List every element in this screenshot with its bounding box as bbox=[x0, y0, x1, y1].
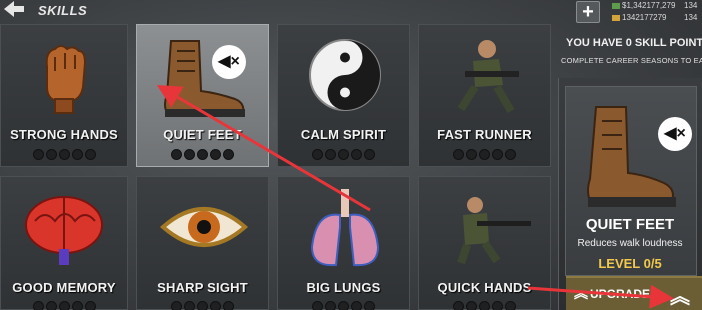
skill-card-big-lungs[interactable]: BIG LUNGS bbox=[277, 176, 410, 310]
skills-screen: SKILLS + $1,342177,279 1342177279 134 13… bbox=[0, 0, 702, 310]
arrow-left-icon bbox=[4, 1, 24, 17]
page-title: SKILLS bbox=[38, 3, 88, 18]
skill-card-calm-spirit[interactable]: CALM SPIRIT bbox=[277, 24, 410, 167]
level-dots bbox=[1, 299, 127, 310]
skill-card-strong-hands[interactable]: STRONG HANDS bbox=[0, 24, 128, 167]
level-dots bbox=[1, 147, 127, 165]
upgrade-button[interactable]: ︽ UPGRADE! ︽ bbox=[566, 276, 702, 310]
currency-cash-extra: 134 bbox=[684, 1, 698, 10]
level-dots bbox=[137, 147, 268, 165]
boot-icon bbox=[587, 106, 676, 207]
currency-gold-extra: 134 bbox=[684, 13, 698, 22]
skill-name: CALM SPIRIT bbox=[300, 127, 387, 142]
back-button[interactable] bbox=[2, 0, 28, 20]
mute-icon: ◀× bbox=[658, 117, 692, 151]
currency-cash: $1,342177,279 bbox=[612, 1, 675, 10]
skill-name: FAST RUNNER bbox=[437, 127, 532, 142]
top-bar: SKILLS + $1,342177,279 1342177279 134 13… bbox=[0, 0, 702, 23]
double-chevron-up-icon: ︽ bbox=[670, 286, 690, 308]
level-dots bbox=[137, 299, 268, 310]
selected-skill-description: Reduces walk loudness bbox=[577, 238, 683, 249]
skill-name: QUICK HANDS bbox=[437, 280, 532, 295]
chevron-up-icon: ︽ bbox=[574, 285, 588, 301]
level-dots bbox=[419, 147, 550, 165]
skill-card-quiet-feet[interactable]: ◀× QUIET FEET bbox=[136, 24, 269, 167]
yin-yang-icon bbox=[309, 39, 381, 111]
soldier-running-icon bbox=[457, 40, 519, 114]
upgrade-label: UPGRADE! bbox=[590, 287, 655, 301]
selected-skill-name: QUIET FEET bbox=[585, 216, 675, 233]
skill-card-fast-runner[interactable]: FAST RUNNER bbox=[418, 24, 551, 167]
skill-name: GOOD MEMORY bbox=[12, 280, 116, 295]
fist-icon bbox=[45, 45, 87, 114]
level-dots bbox=[419, 299, 550, 310]
cash-icon bbox=[612, 2, 620, 9]
mute-icon: ◀× bbox=[212, 45, 246, 79]
selected-skill-level: LEVEL 0/5 bbox=[598, 256, 662, 271]
currency-gold: 1342177279 bbox=[612, 13, 667, 22]
soldier-aiming-icon bbox=[457, 197, 531, 265]
skill-points-hint: COMPLETE CAREER SEASONS TO EARN M bbox=[561, 56, 702, 65]
add-currency-button[interactable]: + bbox=[576, 1, 600, 23]
skill-card-quick-hands[interactable]: QUICK HANDS bbox=[418, 176, 551, 310]
level-dots bbox=[278, 299, 409, 310]
skill-card-sharp-sight[interactable]: SHARP SIGHT bbox=[136, 176, 269, 310]
skill-points-text: YOU HAVE 0 SKILL POINTS bbox=[566, 37, 702, 49]
level-dots bbox=[278, 147, 409, 165]
skill-name: QUIET FEET bbox=[163, 127, 242, 142]
lungs-icon bbox=[310, 189, 380, 267]
brain-icon bbox=[25, 196, 103, 265]
gold-icon bbox=[612, 14, 620, 21]
skill-name: BIG LUNGS bbox=[306, 280, 381, 295]
eye-icon bbox=[159, 207, 249, 247]
skill-name: SHARP SIGHT bbox=[157, 280, 248, 295]
skill-name: STRONG HANDS bbox=[10, 127, 118, 142]
skill-card-good-memory[interactable]: GOOD MEMORY bbox=[0, 176, 128, 310]
